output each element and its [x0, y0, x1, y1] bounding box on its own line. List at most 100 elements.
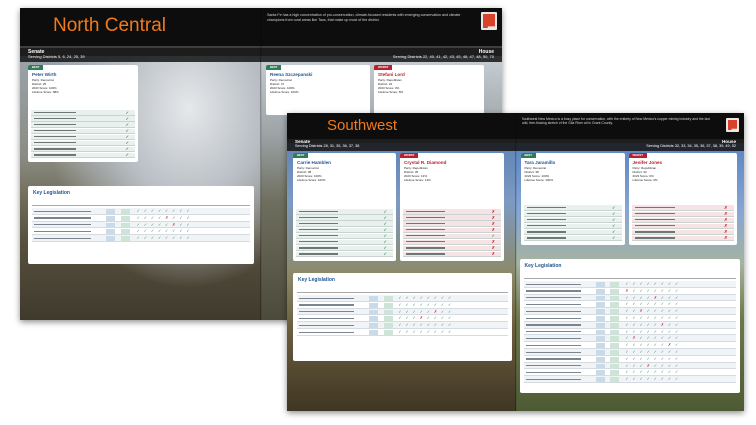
- checkmark-icon: ✓: [612, 229, 616, 235]
- checkmark-icon: ✓: [383, 220, 387, 226]
- vote-row: ✓: [523, 223, 622, 230]
- table-row: ✓✓✓✓✓✓✗✓: [523, 342, 736, 349]
- x-mark-icon: ✗: [491, 208, 495, 214]
- region-intro: Southwest New Mexico is a busy place for…: [521, 117, 710, 126]
- house-worst-card: WORST Jenifer Jones Party: Republican Di…: [628, 153, 737, 245]
- checkmark-icon: ✓: [383, 245, 387, 251]
- table-rows: ✓✓✓✓✓✓✓✓ ✓✓✓✓✗✓✓✓ ✓✓✓✓✓✗✓✓ ✓✓✓✓✓✓✓✓ ✓✓✓✓…: [32, 208, 250, 261]
- vote-rows: ✗ ✗ ✗ ✗ ✓ ✗ ✗ ✗: [403, 209, 501, 258]
- vote-row: ✓: [296, 239, 393, 246]
- chamber-districts: Serving Districts 5, 6, 24, 25, 39: [28, 54, 85, 59]
- checkmark-icon: ✓: [491, 233, 495, 239]
- house-best-card: BEST Tara Jaramillo Party: Democrat Dist…: [520, 153, 625, 245]
- table-header: [297, 286, 508, 293]
- vote-row: ✗: [403, 215, 501, 221]
- legislator-meta: Party: Democrat District: 38 2023 Score:…: [525, 166, 554, 182]
- checkmark-icon: ✓: [125, 121, 129, 127]
- table-row: ✓✓✓✓✓✓✓✓: [523, 281, 736, 288]
- vote-row: ✓: [523, 217, 622, 224]
- vote-row: ✓: [296, 215, 393, 221]
- key-legislation-title: Key Legislation: [298, 277, 335, 283]
- table-row: ✓✓✓✓✓✓✓✓: [297, 295, 508, 302]
- checkmark-icon: ✓: [383, 239, 387, 245]
- vote-row: ✓: [31, 116, 135, 122]
- checkmark-icon: ✓: [383, 208, 387, 214]
- table-row: ✓✓✓✓✓✓✓✓: [523, 301, 736, 309]
- vote-row: ✓: [523, 229, 622, 236]
- vote-row: ✓: [403, 233, 501, 240]
- checkmark-icon: ✓: [612, 217, 616, 223]
- legislator-name: Tara Jaramillo: [524, 160, 556, 165]
- table-header: [523, 272, 736, 279]
- legislator-meta: Party: Democrat District: 47 2023 Score:…: [270, 78, 299, 94]
- best-tag: BEST: [28, 65, 44, 70]
- table-row: ✓✓✓✓✓✗✓✓: [32, 221, 250, 229]
- worst-tag: WORST: [628, 153, 647, 158]
- worst-tag: WORST: [400, 153, 419, 158]
- checkmark-icon: ✓: [383, 233, 387, 239]
- table-row: ✓✓✓✓✗✓✓✓: [523, 294, 736, 302]
- southwest-right-page: Southwest New Mexico is a busy place for…: [515, 113, 744, 411]
- table-row: ✓✓✓✓✓✓✓✓: [523, 369, 736, 377]
- page-header-bar: Santa Fe has a high concentration of pro…: [261, 8, 502, 46]
- table-row: ✗✓✓✓✓✓✓✓: [523, 288, 736, 295]
- table-row: ✓✓✓✗✓✓✓✓: [523, 362, 736, 370]
- worst-tag: WORST: [374, 65, 393, 70]
- table-row: ✓✓✓✓✓✓✓✓: [32, 208, 250, 215]
- x-mark-icon: ✗: [724, 204, 728, 210]
- key-legislation-table: Key Legislation ✓✓✓✓✓✓✓✓ ✗✓✓✓✓✓✓✓ ✓✓✓✓✗✓…: [519, 259, 740, 393]
- spread-gutter: [260, 8, 262, 320]
- legislator-name: Crystal R. Diamond: [404, 160, 447, 165]
- table-row: ✓✓✓✗✓✓✓✓: [297, 315, 508, 323]
- vote-row: ✓: [523, 204, 622, 211]
- vote-row: ✗: [631, 217, 734, 224]
- vote-row: ✓: [31, 128, 135, 135]
- table-row: ✓✓✓✓✓✓✓✓: [523, 376, 736, 383]
- vote-row: ✗: [403, 221, 501, 227]
- vote-row: ✓: [296, 251, 393, 258]
- senate-best-card: BEST Peter Wirth Party: Democrat Distric…: [28, 65, 138, 162]
- legislator-meta: Party: Democrat District: 38 2023 Score:…: [297, 166, 326, 182]
- legislator-name: Jenifer Jones: [632, 160, 663, 165]
- vote-row: ✓: [296, 233, 393, 240]
- lifetime-score: Lifetime Score: 100%: [297, 178, 326, 183]
- x-mark-icon: ✗: [491, 220, 495, 226]
- table-row: ✓✓✓✓✓✓✓✓: [523, 356, 736, 363]
- vote-row: ✓: [296, 221, 393, 227]
- house-best-card: BEST Reena Szczepanski Party: Democrat D…: [266, 65, 370, 115]
- checkmark-icon: ✓: [612, 235, 616, 241]
- checkmark-icon: ✓: [612, 211, 616, 217]
- chamber-districts: Serving Districts 22, 40, 41, 42, 43, 45…: [392, 54, 494, 59]
- x-mark-icon: ✗: [491, 239, 495, 245]
- vote-rows: ✓ ✓ ✓ ✓ ✓ ✓: [523, 204, 622, 242]
- table-rows: ✓✓✓✓✓✓✓✓ ✗✓✓✓✓✓✓✓ ✓✓✓✓✗✓✓✓ ✓✓✓✓✓✓✓✓ ✓✓✗✓…: [523, 281, 736, 390]
- checkmark-icon: ✓: [383, 251, 387, 257]
- vote-row: ✓: [296, 245, 393, 252]
- vote-row: ✓: [31, 152, 135, 159]
- key-legislation-title: Key Legislation: [524, 263, 562, 269]
- page-header-bar: North Central: [20, 8, 261, 46]
- region-title: North Central: [53, 15, 166, 36]
- vote-row: ✓: [31, 134, 135, 141]
- checkmark-icon: ✓: [612, 223, 616, 229]
- x-mark-icon: ✗: [724, 235, 728, 241]
- region-intro: Santa Fe has a high concentration of pro…: [267, 13, 461, 22]
- legislator-meta: Party: Republican District: 32 2023 Scor…: [633, 166, 658, 182]
- vote-row: ✓: [31, 110, 135, 116]
- x-mark-icon: ✗: [491, 245, 495, 251]
- vote-row: ✓: [523, 211, 622, 218]
- x-mark-icon: ✗: [724, 217, 728, 223]
- legislator-meta: Party: Republican District: 22 2023 Scor…: [378, 78, 403, 94]
- table-row: ✓✓✓✓✓✓✓✓: [523, 348, 736, 356]
- vote-rows: ✗ ✗ ✗ ✗ ✗ ✗: [631, 204, 734, 242]
- spread-gutter: [514, 113, 517, 411]
- checkmark-icon: ✓: [612, 204, 616, 210]
- vote-row: ✓: [523, 235, 622, 242]
- lifetime-score: Lifetime Score: 14%: [404, 178, 431, 183]
- checkmark-icon: ✓: [125, 134, 129, 140]
- x-mark-icon: ✗: [491, 227, 495, 233]
- vote-row: ✗: [631, 204, 734, 211]
- best-tag: BEST: [266, 65, 282, 70]
- checkmark-icon: ✓: [383, 227, 387, 233]
- vote-row: ✗: [403, 251, 501, 258]
